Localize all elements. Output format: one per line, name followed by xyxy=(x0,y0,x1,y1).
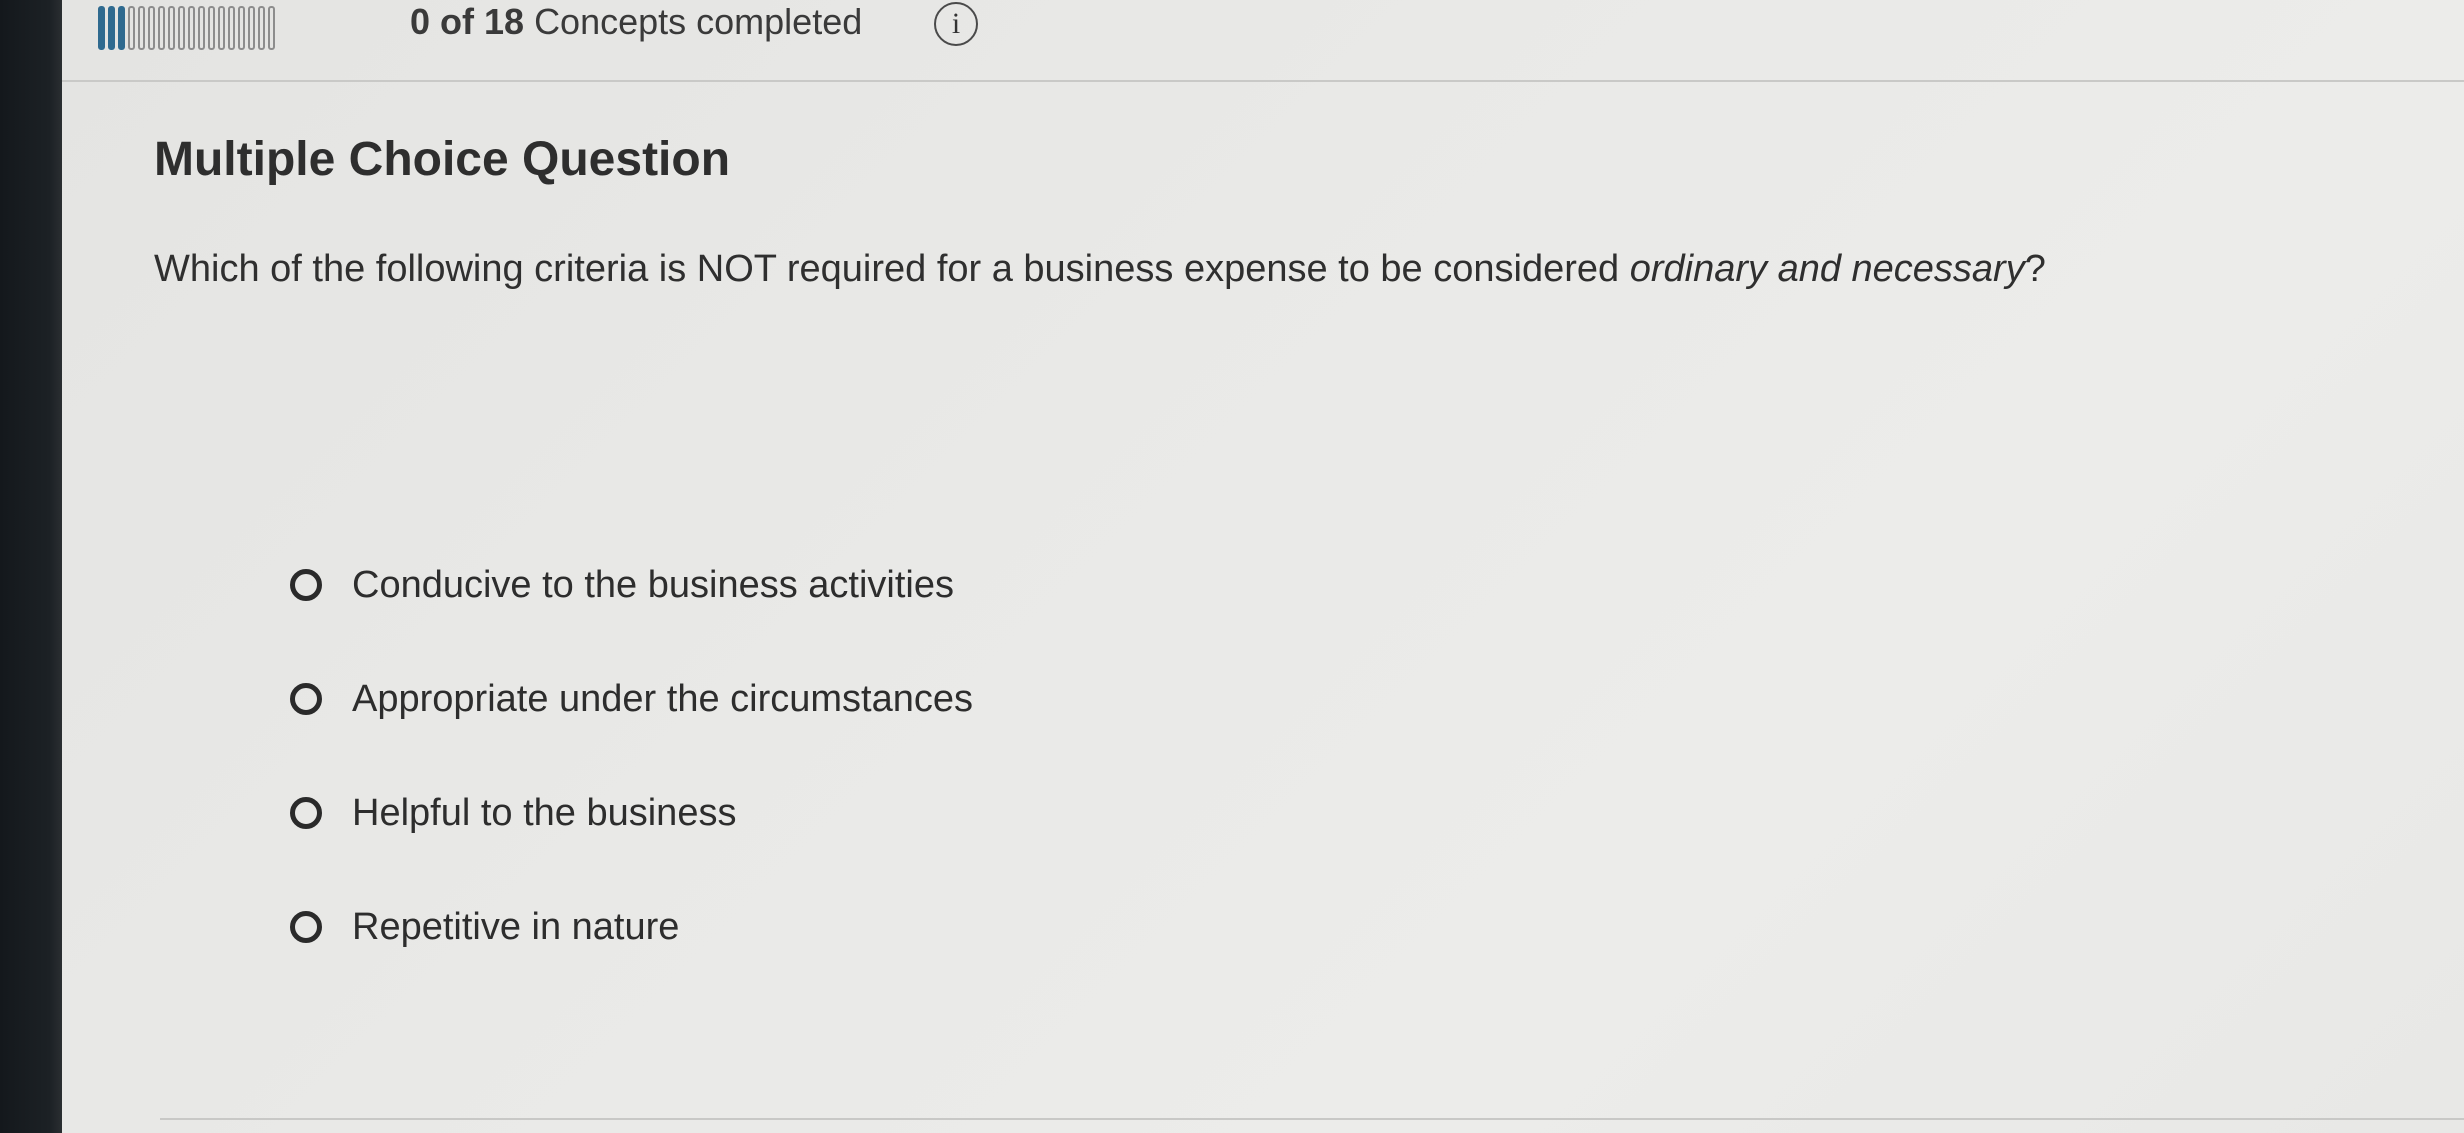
answer-option-label[interactable]: Repetitive in nature xyxy=(352,906,679,949)
answer-option-label[interactable]: Appropriate under the circumstances xyxy=(352,678,973,721)
progress-segment xyxy=(178,6,185,50)
progress-status: 0 of 18 Concepts completed xyxy=(410,0,862,44)
answer-option-1[interactable]: Conducive to the business activities xyxy=(290,528,973,642)
question-type-title: Multiple Choice Question xyxy=(154,133,731,186)
progress-segment xyxy=(138,6,145,50)
answer-options: Conducive to the business activities App… xyxy=(290,528,973,984)
progress-segment xyxy=(188,6,195,50)
progress-segment xyxy=(128,6,135,50)
progress-count: 0 of 18 xyxy=(410,1,525,42)
progress-segment xyxy=(118,6,125,50)
answer-option-2[interactable]: Appropriate under the circumstances xyxy=(290,642,973,756)
question-prompt-end: ? xyxy=(2024,248,2046,290)
progress-segment xyxy=(218,6,225,50)
progress-segment xyxy=(208,6,215,50)
progress-header: 0 of 18 Concepts completed i xyxy=(62,0,2464,82)
answer-option-label[interactable]: Helpful to the business xyxy=(352,792,736,835)
radio-unselected-icon[interactable] xyxy=(290,911,322,943)
question-page: 0 of 18 Concepts completed i Multiple Ch… xyxy=(62,0,2464,1133)
progress-segment xyxy=(228,6,235,50)
answer-option-label[interactable]: Conducive to the business activities xyxy=(352,564,954,607)
divider xyxy=(160,1118,2464,1120)
info-icon[interactable]: i xyxy=(934,2,978,46)
progress-segment xyxy=(168,6,175,50)
progress-segment xyxy=(148,6,155,50)
progress-segment xyxy=(198,6,205,50)
progress-segment xyxy=(248,6,255,50)
answer-option-4[interactable]: Repetitive in nature xyxy=(290,870,973,984)
progress-segment xyxy=(238,6,245,50)
question-prompt: Which of the following criteria is NOT r… xyxy=(154,248,2046,291)
progress-segment xyxy=(158,6,165,50)
progress-segment xyxy=(108,6,115,50)
progress-label: Concepts completed xyxy=(534,1,863,42)
concepts-progress-bar xyxy=(98,6,275,54)
screen-bezel xyxy=(0,0,62,1133)
radio-unselected-icon[interactable] xyxy=(290,797,322,829)
answer-option-3[interactable]: Helpful to the business xyxy=(290,756,973,870)
question-prompt-text: Which of the following criteria is NOT r… xyxy=(154,248,1630,290)
progress-segment xyxy=(258,6,265,50)
progress-segment xyxy=(98,6,105,50)
radio-unselected-icon[interactable] xyxy=(290,683,322,715)
progress-segment xyxy=(268,6,275,50)
radio-unselected-icon[interactable] xyxy=(290,569,322,601)
question-prompt-emphasis: ordinary and necessary xyxy=(1629,248,2025,290)
